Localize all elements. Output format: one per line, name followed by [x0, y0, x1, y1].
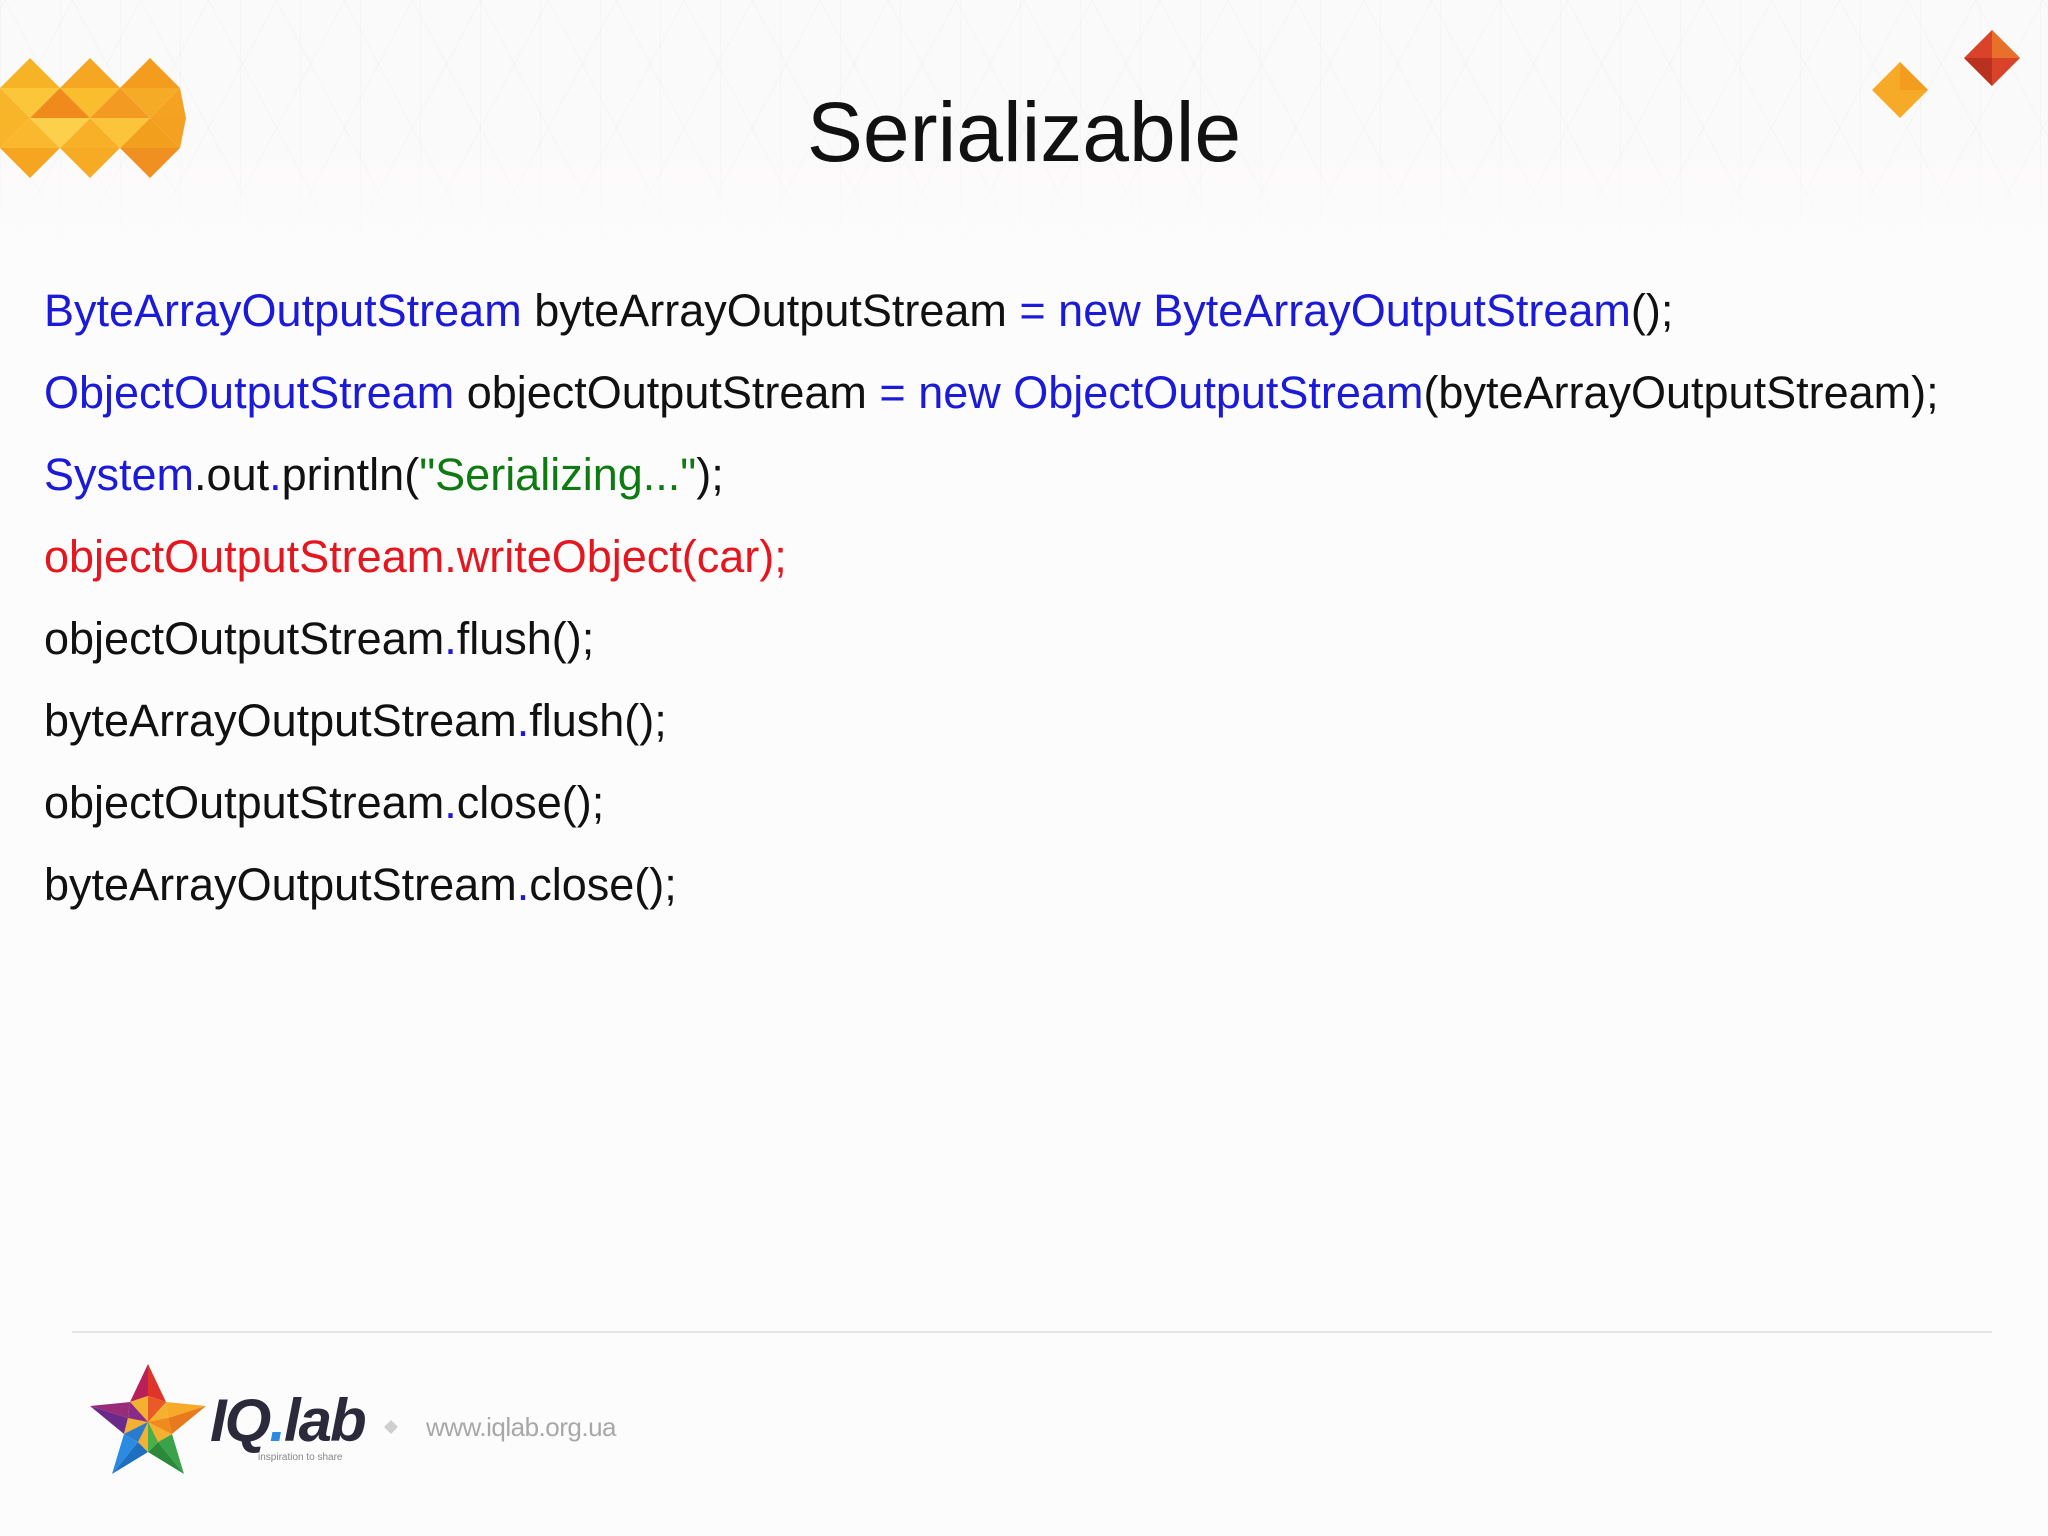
- code-token: byteArrayOutputStream: [44, 859, 517, 910]
- code-line: System.out.println("Serializing...");: [44, 434, 2024, 516]
- brand-name-prefix: IQ: [210, 1387, 271, 1454]
- code-token: .: [194, 449, 207, 500]
- brand-name-suffix: lab: [284, 1387, 367, 1454]
- footer-url-link[interactable]: www.iqlab.org.ua: [426, 1411, 617, 1443]
- code-token: objectOutputStream: [454, 367, 880, 418]
- code-token: .: [516, 859, 530, 910]
- code-token: flush();: [456, 613, 595, 664]
- brand-name: IQ.lab: [210, 1387, 367, 1454]
- code-token: ByteArrayOutputStream: [44, 285, 522, 336]
- code-block: ByteArrayOutputStream byteArrayOutputStr…: [44, 270, 2024, 926]
- code-token: close();: [529, 859, 677, 910]
- slide-title: Serializable: [806, 85, 1242, 179]
- code-token: System: [44, 449, 195, 500]
- brand-name-dot: .: [269, 1387, 286, 1454]
- code-token: = new ByteArrayOutputStream: [1019, 285, 1631, 336]
- brand-tagline: inspiration to share: [258, 1452, 343, 1463]
- code-token: .: [516, 695, 530, 746]
- diamond-icon: [384, 1420, 398, 1434]
- code-token: out: [206, 449, 270, 500]
- code-token: (byteArrayOutputStream);: [1423, 367, 1939, 418]
- code-token: = new ObjectOutputStream: [879, 367, 1424, 418]
- code-token: flush();: [529, 695, 667, 746]
- code-token: println(: [281, 449, 420, 500]
- code-token: byteArrayOutputStream: [44, 695, 517, 746]
- code-token: objectOutputStream: [44, 777, 445, 828]
- code-token: .: [444, 777, 457, 828]
- brand-logo: IQ.lab inspiration to share: [210, 1388, 370, 1468]
- code-line: ByteArrayOutputStream byteArrayOutputStr…: [44, 270, 2024, 352]
- code-token: objectOutputStream.writeObject(car);: [44, 531, 787, 582]
- code-line: objectOutputStream.close();: [44, 762, 2024, 844]
- code-token: .: [269, 449, 282, 500]
- code-line: objectOutputStream.writeObject(car);: [44, 516, 2024, 598]
- code-line: ObjectOutputStream objectOutputStream = …: [44, 352, 2024, 434]
- code-token: );: [696, 449, 724, 500]
- code-line: objectOutputStream.flush();: [44, 598, 2024, 680]
- code-token: ();: [1630, 285, 1674, 336]
- code-token: objectOutputStream: [44, 613, 445, 664]
- code-line: byteArrayOutputStream.close();: [44, 844, 2024, 926]
- slide: Serializable ByteArrayOutputStream byteA…: [0, 0, 2048, 1536]
- code-token: ObjectOutputStream: [44, 367, 455, 418]
- code-token: close();: [456, 777, 605, 828]
- code-line: byteArrayOutputStream.flush();: [44, 680, 2024, 762]
- star-logo-icon: [90, 1364, 206, 1474]
- code-token: byteArrayOutputStream: [521, 285, 1020, 336]
- code-token: "Serializing...": [419, 449, 697, 500]
- footer-divider: [72, 1331, 1992, 1333]
- code-token: .: [444, 613, 457, 664]
